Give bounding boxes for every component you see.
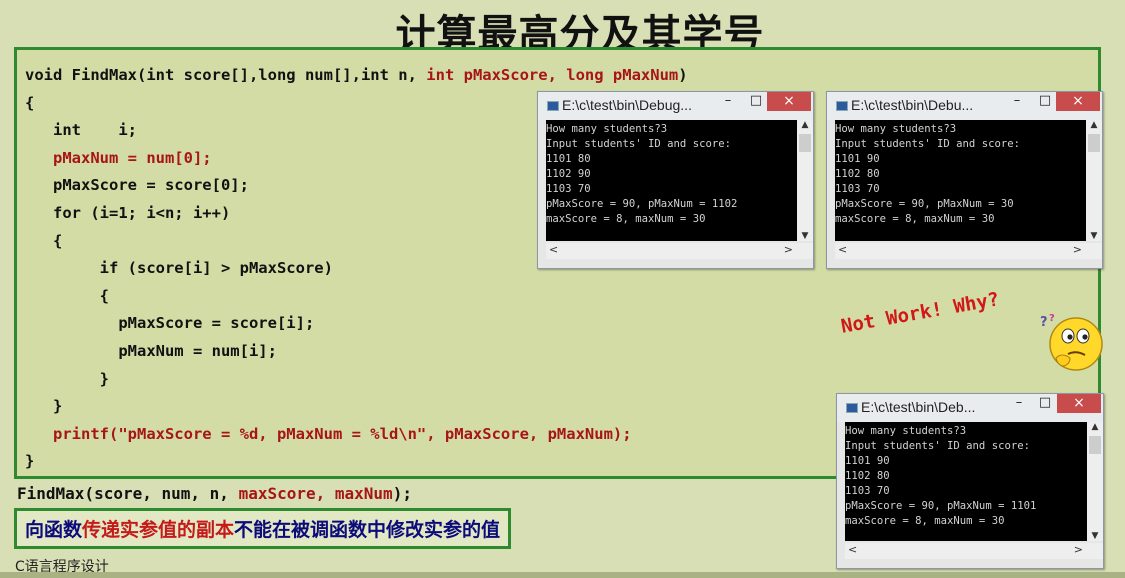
code-line-printf: printf("pMaxScore = %d, pMaxNum = %ld\n"… xyxy=(25,424,632,443)
function-close-brace: } xyxy=(25,452,35,471)
console-window-3[interactable]: E:\c\test\bin\Deb... – □ × How many stud… xyxy=(836,393,1104,569)
console-output-area: How many students?3 Input students' ID a… xyxy=(835,120,1086,241)
code-signature: void FindMax(int score[],long num[],int … xyxy=(25,66,688,84)
maximize-button[interactable]: □ xyxy=(1035,396,1055,412)
scroll-up-arrow-icon[interactable]: ▲ xyxy=(1086,120,1102,130)
console-window-title: E:\c\test\bin\Deb... xyxy=(861,399,976,415)
vertical-scrollbar[interactable]: ▲ ▼ xyxy=(797,120,813,241)
horizontal-scrollbar[interactable]: < > xyxy=(546,243,813,259)
note-highlight: 传递实参值的副本 xyxy=(82,519,235,541)
code-line-if: if (score[i] > pMaxScore) xyxy=(25,259,333,278)
svg-text:?: ? xyxy=(1040,315,1048,330)
console-output-area: How many students?3 Input students' ID a… xyxy=(845,422,1087,541)
console-window-1[interactable]: E:\c\test\bin\Debug... – □ × How many st… xyxy=(537,91,814,269)
call-suffix: ); xyxy=(392,484,412,503)
code-line-assign-score: pMaxScore = score[i]; xyxy=(25,314,315,333)
code-line-for: for (i=1; i<n; i++) xyxy=(25,203,231,222)
console-title-bar[interactable]: E:\c\test\bin\Debug... – □ × xyxy=(538,92,813,120)
console-output-text: How many students?3 Input students' ID a… xyxy=(546,123,738,225)
if-close-brace: } xyxy=(25,369,109,388)
minimize-button[interactable]: – xyxy=(1009,396,1029,412)
console-app-icon xyxy=(836,101,848,111)
console-app-icon xyxy=(547,101,559,111)
scroll-left-arrow-icon[interactable]: < xyxy=(549,243,558,256)
code-line-init-maxnum: pMaxNum = num[0]; xyxy=(25,148,212,167)
scroll-right-arrow-icon[interactable]: > xyxy=(784,243,793,256)
console-window-title: E:\c\test\bin\Debug... xyxy=(562,97,692,113)
function-call-line: FindMax(score, num, n, maxScore, maxNum)… xyxy=(17,484,412,503)
code-line-assign-num: pMaxNum = num[i]; xyxy=(25,341,277,360)
scroll-up-arrow-icon[interactable]: ▲ xyxy=(1087,422,1103,432)
console-window-title: E:\c\test\bin\Debu... xyxy=(851,97,974,113)
if-open-brace: { xyxy=(25,286,109,305)
minimize-button[interactable]: – xyxy=(1007,94,1027,110)
scroll-right-arrow-icon[interactable]: > xyxy=(1073,243,1082,256)
console-app-icon xyxy=(846,403,858,413)
call-prefix: FindMax(score, num, n, xyxy=(17,484,239,503)
vertical-scrollbar[interactable]: ▲ ▼ xyxy=(1087,422,1103,541)
scroll-thumb[interactable] xyxy=(1089,436,1101,454)
console-title-bar[interactable]: E:\c\test\bin\Debu... – □ × xyxy=(827,92,1102,120)
footer-bar xyxy=(0,572,1125,578)
close-button[interactable]: × xyxy=(767,92,811,111)
horizontal-scrollbar[interactable]: < > xyxy=(845,543,1103,559)
console-output-area: How many students?3 Input students' ID a… xyxy=(546,120,797,241)
close-button[interactable]: × xyxy=(1056,92,1100,111)
console-title-bar[interactable]: E:\c\test\bin\Deb... – □ × xyxy=(837,394,1103,422)
code-line-declaration: int i; xyxy=(25,121,137,140)
maximize-button[interactable]: □ xyxy=(746,94,766,110)
scroll-right-arrow-icon[interactable]: > xyxy=(1074,543,1083,556)
scroll-down-arrow-icon[interactable]: ▼ xyxy=(797,231,813,241)
function-open-brace: { xyxy=(25,93,35,112)
vertical-scrollbar[interactable]: ▲ ▼ xyxy=(1086,120,1102,241)
note-part3: 不能在被调函数中修改实参的值 xyxy=(234,519,501,541)
for-open-brace: { xyxy=(25,231,63,250)
scroll-down-arrow-icon[interactable]: ▼ xyxy=(1086,231,1102,241)
console-window-2[interactable]: E:\c\test\bin\Debu... – □ × How many stu… xyxy=(826,91,1103,269)
maximize-button[interactable]: □ xyxy=(1035,94,1055,110)
call-args: maxScore, maxNum xyxy=(238,484,393,503)
scroll-left-arrow-icon[interactable]: < xyxy=(838,243,847,256)
console-output-text: How many students?3 Input students' ID a… xyxy=(845,425,1037,527)
scroll-up-arrow-icon[interactable]: ▲ xyxy=(797,120,813,130)
signature-params: void FindMax(int score[],long num[],int … xyxy=(25,66,427,84)
signature-pointer-params: int pMaxScore, long pMaxNum xyxy=(426,66,679,84)
explanation-note: 向函数传递实参值的副本不能在被调函数中修改实参的值 xyxy=(14,508,512,549)
close-button[interactable]: × xyxy=(1057,394,1101,413)
note-part1: 向函数 xyxy=(25,519,83,541)
scroll-left-arrow-icon[interactable]: < xyxy=(848,543,857,556)
scroll-down-arrow-icon[interactable]: ▼ xyxy=(1087,531,1103,541)
scroll-thumb[interactable] xyxy=(1088,134,1100,152)
minimize-button[interactable]: – xyxy=(718,94,738,110)
thinking-face-icon: ? ? xyxy=(1040,313,1103,371)
code-line-init-maxscore: pMaxScore = score[0]; xyxy=(25,176,249,195)
signature-close-paren: ) xyxy=(678,66,688,84)
horizontal-scrollbar[interactable]: < > xyxy=(835,243,1102,259)
for-close-brace: } xyxy=(25,397,63,416)
console-output-text: How many students?3 Input students' ID a… xyxy=(835,123,1020,225)
svg-text:?: ? xyxy=(1049,313,1055,324)
scroll-thumb[interactable] xyxy=(799,134,811,152)
